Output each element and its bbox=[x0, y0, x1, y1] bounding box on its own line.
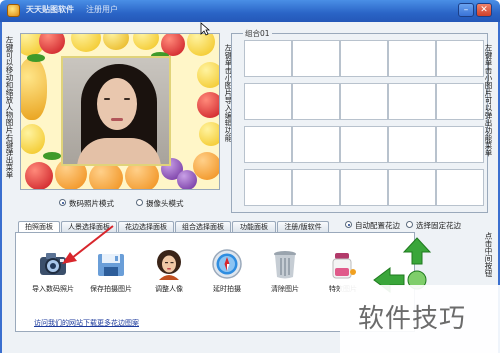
leaf-icon bbox=[43, 152, 61, 160]
tab-function-panel[interactable]: 功能面板 bbox=[232, 221, 276, 232]
portrait-photo[interactable] bbox=[61, 56, 171, 166]
tab-register[interactable]: 注册/版软件 bbox=[277, 221, 329, 232]
compass-timer-icon bbox=[212, 249, 242, 279]
watermark-text: 软件技巧 bbox=[358, 304, 467, 334]
radio-camera-mode[interactable] bbox=[136, 199, 143, 206]
group-cell[interactable] bbox=[388, 169, 436, 206]
delay-capture-button[interactable]: 延时拍摄 bbox=[201, 248, 253, 310]
tab-group-panel[interactable]: 组合选择面板 bbox=[175, 221, 231, 232]
portrait-eye bbox=[124, 98, 130, 100]
radio-auto-border[interactable] bbox=[345, 221, 352, 228]
clear-photo-label: 清除图片 bbox=[271, 285, 299, 293]
group-cell[interactable] bbox=[436, 169, 484, 206]
radio-auto-border-label: 自动配置花边 bbox=[355, 221, 400, 230]
group-cell[interactable] bbox=[388, 83, 436, 120]
portrait-eye bbox=[104, 98, 110, 100]
group-cell[interactable] bbox=[292, 169, 340, 206]
right-nav-hint: 点击中间按钮 bbox=[484, 232, 493, 277]
minimize-button[interactable]: – bbox=[458, 3, 474, 17]
apple-icon bbox=[39, 34, 65, 54]
close-button[interactable]: ✕ bbox=[476, 3, 492, 17]
lemon-icon bbox=[21, 124, 45, 154]
grape-icon bbox=[177, 170, 197, 189]
group-title: 组合01 bbox=[243, 28, 272, 39]
radio-photo-mode-label: 数码照片模式 bbox=[69, 199, 114, 208]
portrait-face bbox=[97, 78, 137, 130]
title-bar[interactable]: 天天贴图软件 注册用户 – ✕ bbox=[0, 0, 500, 22]
effects-bottle-icon bbox=[332, 253, 356, 279]
group-cell[interactable] bbox=[436, 40, 484, 77]
right-help-text: 左键单击小图片可以弹出功能菜单 bbox=[484, 44, 493, 157]
group-cell[interactable] bbox=[244, 40, 292, 77]
radio-camera-mode-label: 摄像头模式 bbox=[146, 199, 184, 208]
group-cell[interactable] bbox=[388, 126, 436, 163]
group-cell[interactable] bbox=[244, 169, 292, 206]
orange-icon bbox=[193, 152, 219, 180]
website-link[interactable]: 访问我们的网站下载更多花边图案 bbox=[34, 318, 139, 328]
group-cell[interactable] bbox=[292, 40, 340, 77]
lemon-icon bbox=[197, 62, 219, 88]
tab-border-panel[interactable]: 花边选择面板 bbox=[118, 221, 174, 232]
group-cell[interactable] bbox=[244, 83, 292, 120]
import-photo-label: 导入数码照片 bbox=[32, 285, 74, 293]
group-cell[interactable] bbox=[292, 83, 340, 120]
clear-photo-button[interactable]: 清除图片 bbox=[259, 248, 311, 310]
group-cell[interactable] bbox=[436, 126, 484, 163]
leaf-icon bbox=[27, 54, 45, 62]
group-cell[interactable] bbox=[244, 126, 292, 163]
lemon-icon bbox=[199, 122, 219, 146]
radio-photo-mode[interactable] bbox=[59, 199, 66, 206]
group-cell[interactable] bbox=[388, 40, 436, 77]
radio-fixed-border-label: 选择固定花边 bbox=[416, 221, 461, 230]
group-cell[interactable] bbox=[292, 126, 340, 163]
app-icon bbox=[7, 4, 20, 17]
mouse-cursor-icon bbox=[200, 22, 210, 36]
apple-icon bbox=[197, 92, 219, 118]
pineapple-icon bbox=[21, 58, 47, 120]
group-cell[interactable] bbox=[340, 126, 388, 163]
left-help-text: 左键可以移动和缩放人物图片右键弹出菜单 bbox=[5, 36, 14, 179]
window-title: 天天贴图软件 bbox=[26, 5, 74, 14]
lemon-icon bbox=[133, 34, 159, 50]
window-subtitle: 注册用户 bbox=[86, 5, 118, 14]
banana-icon bbox=[103, 34, 129, 50]
photo-preview[interactable] bbox=[20, 33, 220, 190]
adjust-portrait-label: 调整人像 bbox=[155, 285, 183, 293]
lemon-icon bbox=[71, 34, 101, 52]
portrait-mouth bbox=[111, 118, 123, 121]
annotation-arrow-icon bbox=[62, 225, 114, 264]
portrait-icon bbox=[157, 250, 181, 280]
orange-icon bbox=[89, 162, 123, 189]
adjust-portrait-button[interactable]: 调整人像 bbox=[143, 248, 195, 310]
save-photo-label: 保存拍摄图片 bbox=[90, 285, 132, 293]
group-cell[interactable] bbox=[436, 83, 484, 120]
group-cell[interactable] bbox=[340, 169, 388, 206]
strawberry-icon bbox=[25, 162, 53, 189]
group-cell[interactable] bbox=[340, 83, 388, 120]
delay-capture-label: 延时拍摄 bbox=[213, 285, 241, 293]
lemon-icon bbox=[187, 34, 215, 56]
trash-icon bbox=[274, 251, 296, 279]
arrow-up-icon[interactable] bbox=[402, 237, 432, 265]
radio-fixed-border[interactable] bbox=[406, 221, 413, 228]
group-cell[interactable] bbox=[340, 40, 388, 77]
